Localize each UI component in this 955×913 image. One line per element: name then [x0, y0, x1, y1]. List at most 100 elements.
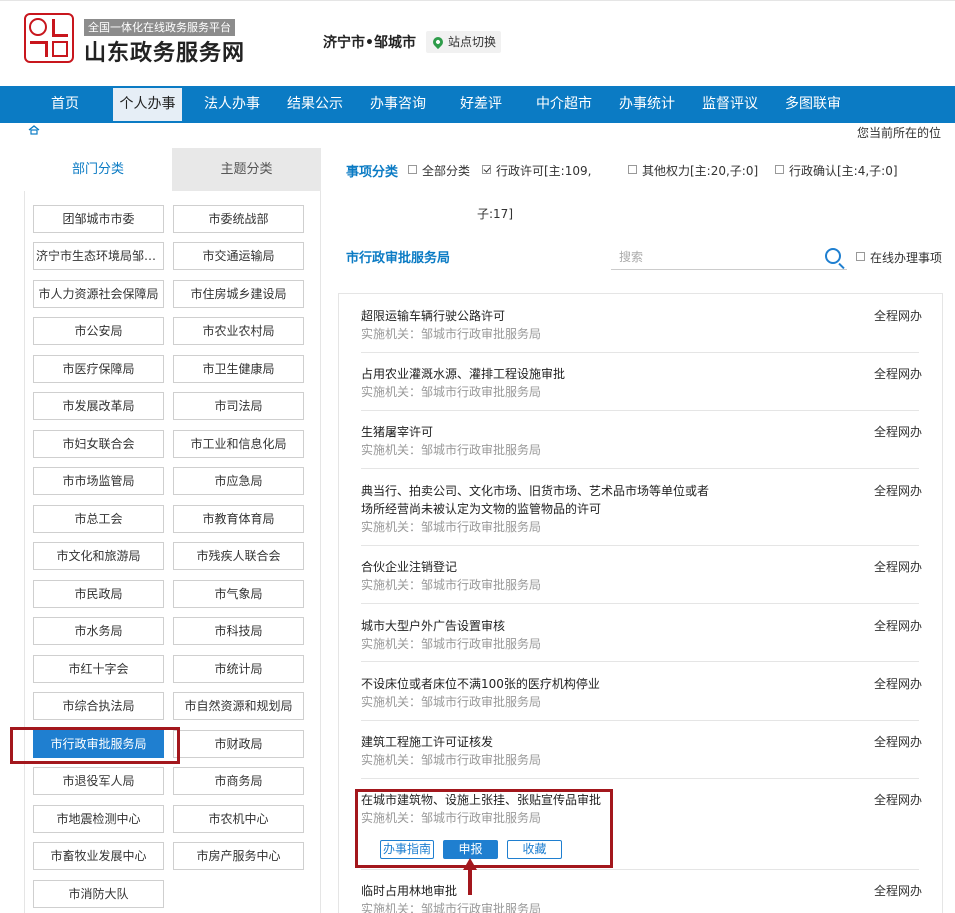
nav-personal-affairs[interactable]: 个人办事 [113, 88, 182, 121]
dept-button[interactable]: 市公安局 [33, 317, 164, 345]
site-switch-button[interactable]: 站点切换 [426, 31, 502, 53]
dept-button[interactable]: 市科技局 [173, 617, 304, 645]
item-title[interactable]: 生猪屠宰许可 [361, 423, 919, 441]
search-icon[interactable] [825, 248, 841, 264]
list-item[interactable]: 超限运输车辆行驶公路许可 实施机关：邹城市行政审批服务局 全程网办 [361, 307, 922, 343]
item-agency: 实施机关：邹城市行政审批服务局 [361, 695, 542, 709]
location-pin-icon [430, 34, 446, 50]
nav-legal-person-affairs[interactable]: 法人办事 [196, 86, 268, 123]
dept-button[interactable]: 市房产服务中心 [173, 842, 304, 870]
dept-button[interactable]: 市地震检测中心 [33, 805, 164, 833]
dept-button[interactable]: 市退役军人局 [33, 767, 164, 795]
item-mode: 全程网办 [873, 560, 922, 574]
dept-button[interactable]: 市消防大队 [33, 880, 164, 908]
nav-results-publicity[interactable]: 结果公示 [279, 86, 351, 123]
item-title[interactable]: 不设床位或者床位不满100张的医疗机构停业 [361, 675, 919, 693]
dept-button[interactable]: 市委统战部 [173, 205, 304, 233]
item-title[interactable]: 合伙企业注销登记 [361, 558, 919, 576]
dept-button[interactable]: 市畜牧业发展中心 [33, 842, 164, 870]
checkbox-icon [775, 165, 784, 174]
home-icon[interactable] [28, 125, 40, 135]
dept-button[interactable]: 市红十字会 [33, 655, 164, 683]
item-mode: 全程网办 [873, 425, 922, 439]
item-agency: 实施机关：邹城市行政审批服务局 [361, 443, 542, 457]
logo-title[interactable]: 山东政务服务网 [84, 35, 245, 67]
checkbox-icon [856, 252, 865, 261]
item-title[interactable]: 临时占用林地审批 [361, 882, 919, 900]
item-title[interactable]: 占用农业灌溉水源、灌排工程设施审批 [361, 365, 919, 383]
tab-department-category[interactable]: 部门分类 [24, 148, 172, 191]
nav-agency-market[interactable]: 中介超市 [528, 86, 600, 123]
dept-button[interactable]: 市市场监管局 [33, 467, 164, 495]
search-input[interactable] [611, 245, 811, 269]
dept-button[interactable]: 市综合执法局 [33, 692, 164, 720]
dept-button[interactable]: 市卫生健康局 [173, 355, 304, 383]
nav-joint-review[interactable]: 多图联审 [777, 86, 849, 123]
tab-topic-category[interactable]: 主题分类 [172, 148, 321, 191]
checkbox-label: 在线办理事项 [870, 251, 943, 265]
dept-button[interactable]: 市财政局 [173, 730, 304, 758]
online-only-checkbox[interactable]: 在线办理事项 [856, 249, 942, 266]
checkbox-label: 全部分类 [422, 164, 471, 178]
dept-button[interactable]: 市交通运输局 [173, 242, 304, 270]
item-agency: 实施机关：邹城市行政审批服务局 [361, 520, 542, 534]
current-location: 济宁市•邹城市 [323, 35, 416, 51]
nav-supervision[interactable]: 监督评议 [694, 86, 766, 123]
dept-button[interactable]: 市气象局 [173, 580, 304, 608]
dept-button[interactable]: 市水务局 [33, 617, 164, 645]
list-item[interactable]: 合伙企业注销登记 实施机关：邹城市行政审批服务局 全程网办 [361, 558, 922, 594]
nav-consultation[interactable]: 办事咨询 [362, 86, 434, 123]
filter-admin-confirm-checkbox[interactable]: 行政确认[主:4,子:0] [775, 162, 898, 179]
list-item[interactable]: 临时占用林地审批 实施机关：邹城市行政审批服务局 全程网办 [361, 882, 922, 913]
dept-button[interactable]: 团邹城市市委 [33, 205, 164, 233]
dept-button[interactable]: 市妇女联合会 [33, 430, 164, 458]
search-box [611, 245, 847, 270]
item-mode: 全程网办 [873, 367, 922, 381]
item-title[interactable]: 建筑工程施工许可证核发 [361, 733, 919, 751]
dept-button[interactable]: 市医疗保障局 [33, 355, 164, 383]
dept-button[interactable]: 市农业农村局 [173, 317, 304, 345]
filter-label: 事项分类 [346, 165, 399, 180]
dept-button[interactable]: 市发展改革局 [33, 392, 164, 420]
dept-button[interactable]: 市总工会 [33, 505, 164, 533]
list-item[interactable]: 典当行、拍卖公司、文化市场、旧货市场、艺术品市场等单位或者 场所经营尚未被认定为… [361, 482, 922, 536]
list-item[interactable]: 生猪屠宰许可 实施机关：邹城市行政审批服务局 全程网办 [361, 423, 922, 459]
item-title[interactable]: 城市大型户外广告设置审核 [361, 617, 919, 635]
checkbox-label: 行政确认[主:4,子:0] [789, 164, 898, 178]
dept-button[interactable]: 济宁市生态环境局邹城... [33, 242, 164, 270]
nav-statistics[interactable]: 办事统计 [611, 86, 683, 123]
nav-evaluation[interactable]: 好差评 [451, 86, 511, 123]
dept-button[interactable]: 市司法局 [173, 392, 304, 420]
item-title[interactable]: 典当行、拍卖公司、文化市场、旧货市场、艺术品市场等单位或者 [361, 482, 919, 500]
divider [361, 661, 919, 662]
nav-home[interactable]: 首页 [36, 86, 94, 123]
dept-button[interactable]: 市教育体育局 [173, 505, 304, 533]
dept-button[interactable]: 市残疾人联合会 [173, 542, 304, 570]
filter-admin-license-checkbox[interactable]: 行政许可[主:109, [482, 162, 591, 179]
dept-button[interactable]: 市工业和信息化局 [173, 430, 304, 458]
item-title[interactable]: 超限运输车辆行驶公路许可 [361, 307, 919, 325]
dept-button[interactable]: 市自然资源和规划局 [173, 692, 304, 720]
dept-button[interactable]: 市农机中心 [173, 805, 304, 833]
divider [361, 468, 919, 469]
dept-button[interactable]: 市文化和旅游局 [33, 542, 164, 570]
item-mode: 全程网办 [873, 484, 922, 498]
dept-button[interactable]: 市商务局 [173, 767, 304, 795]
filter-all-checkbox[interactable]: 全部分类 [408, 162, 470, 179]
item-mode: 全程网办 [873, 793, 922, 807]
site-logo-emblem[interactable] [24, 13, 74, 63]
list-item[interactable]: 城市大型户外广告设置审核 实施机关：邹城市行政审批服务局 全程网办 [361, 617, 922, 653]
filter-other-power-checkbox[interactable]: 其他权力[主:20,子:0] [628, 162, 758, 179]
dept-button[interactable]: 市人力资源社会保障局 [33, 280, 164, 308]
list-item[interactable]: 不设床位或者床位不满100张的医疗机构停业 实施机关：邹城市行政审批服务局 全程… [361, 675, 922, 711]
divider [361, 778, 919, 779]
item-agency: 实施机关：邹城市行政审批服务局 [361, 578, 542, 592]
list-item[interactable]: 建筑工程施工许可证核发 实施机关：邹城市行政审批服务局 全程网办 [361, 733, 922, 769]
dept-button[interactable]: 市住房城乡建设局 [173, 280, 304, 308]
dept-button[interactable]: 市民政局 [33, 580, 164, 608]
dept-button[interactable]: 市统计局 [173, 655, 304, 683]
list-item[interactable]: 占用农业灌溉水源、灌排工程设施审批 实施机关：邹城市行政审批服务局 全程网办 [361, 365, 922, 401]
item-agency: 实施机关：邹城市行政审批服务局 [361, 753, 542, 767]
item-title-line2[interactable]: 场所经营尚未被认定为文物的监管物品的许可 [361, 500, 919, 518]
dept-button[interactable]: 市应急局 [173, 467, 304, 495]
